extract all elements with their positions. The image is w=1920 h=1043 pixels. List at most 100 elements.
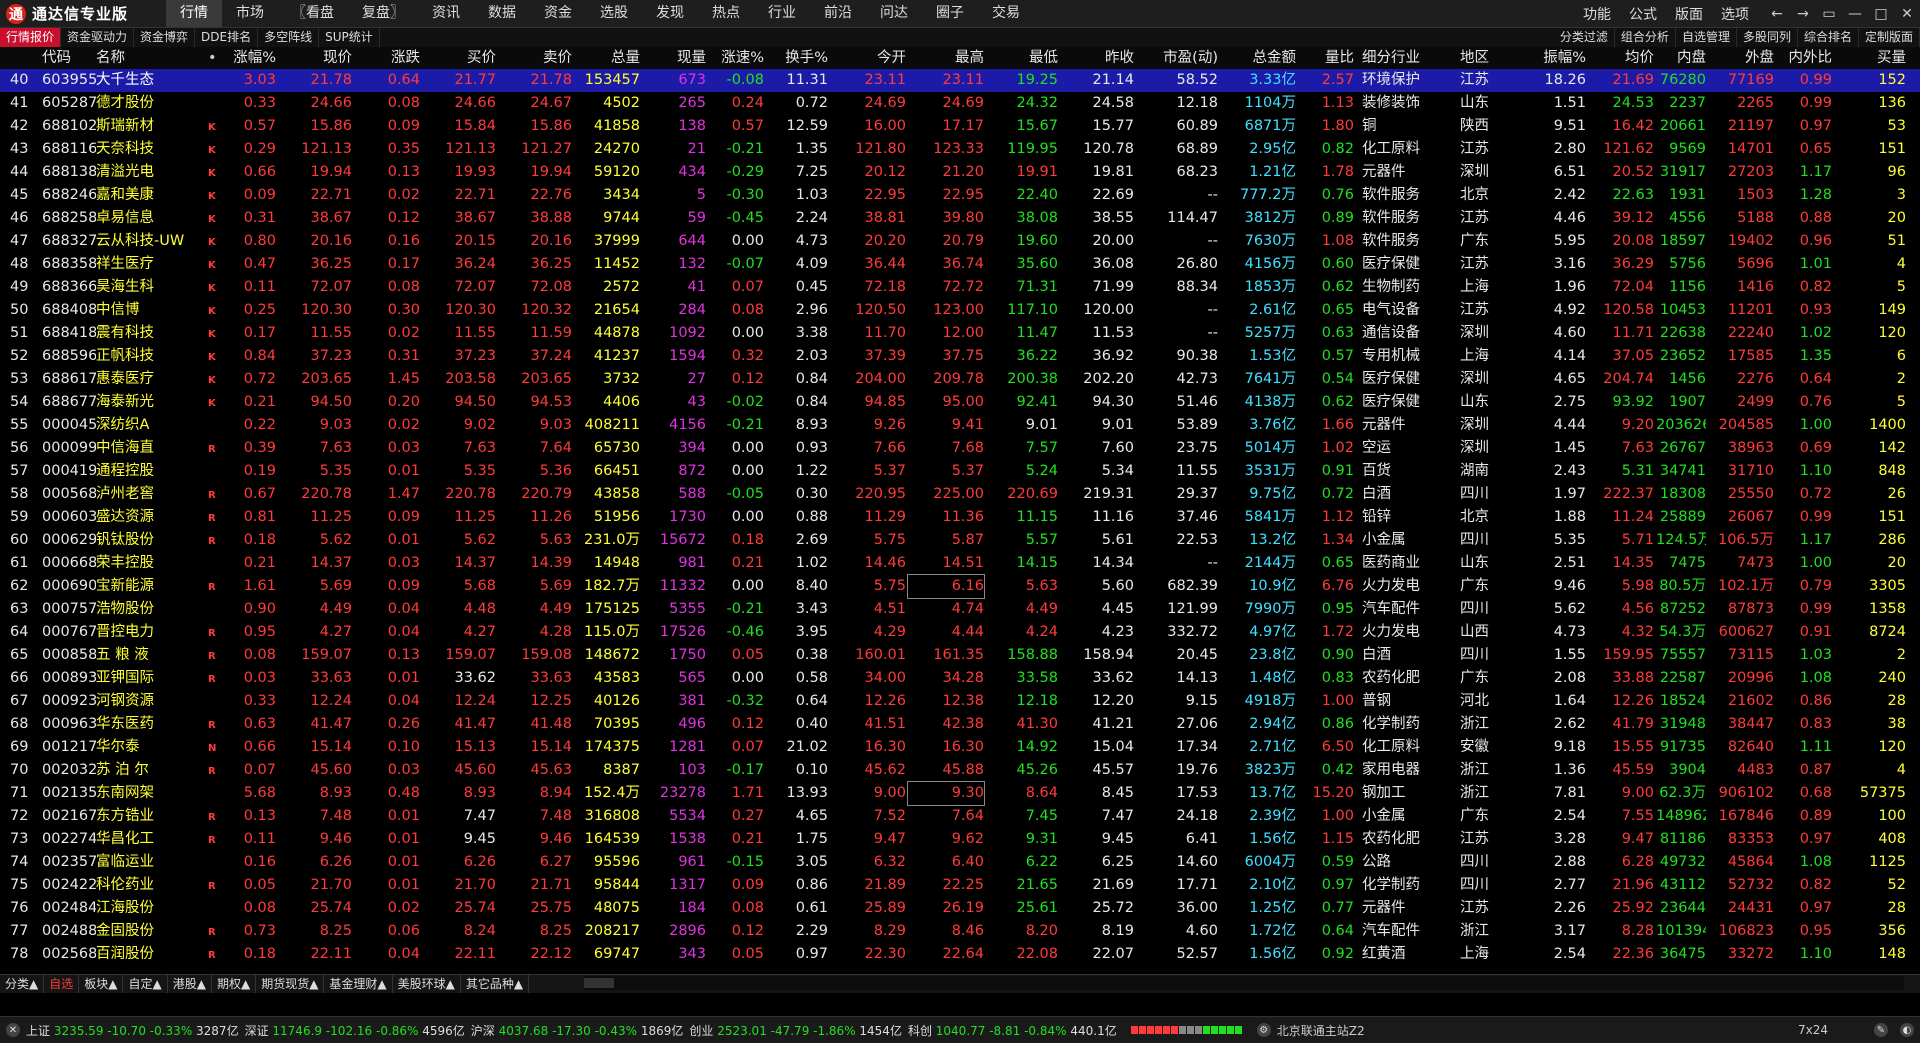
bell-icon[interactable]: ◐ <box>1900 1023 1914 1037</box>
column-header[interactable]: • <box>208 47 218 69</box>
table-row[interactable]: 63 000757 浩物股份 0.90 4.49 0.04 4.48 4.49 175125 53… <box>0 598 1920 621</box>
toolbar-button[interactable]: 自选管理 <box>1676 28 1737 47</box>
column-header[interactable]: 总量 <box>574 47 640 69</box>
table-row[interactable]: 44 688138 清溢光电 K 0.66 19.94 0.13 19.93 19.94 5912… <box>0 161 1920 184</box>
table-row[interactable]: 57 000419 通程控股 0.19 5.35 0.01 5.35 5.36 66451 872… <box>0 460 1920 483</box>
index-sh[interactable]: 上证 3235.59 -10.70 -0.33% 3287亿 <box>26 1022 239 1039</box>
table-row[interactable]: 73 002274 华昌化工 R 0.11 9.46 0.01 9.45 9.46 164539 1… <box>0 828 1920 851</box>
column-header[interactable]: 内外比 <box>1776 47 1833 69</box>
menu-item[interactable]: 数据 <box>474 0 530 27</box>
column-header[interactable]: 涨幅% <box>222 47 276 69</box>
column-header[interactable]: 买价 <box>422 47 496 69</box>
toolbar-button[interactable]: 分类过滤 <box>1554 28 1615 47</box>
table-row[interactable]: 47 688327 云从科技-UW K 0.80 20.16 0.16 20.15 20.16 3… <box>0 230 1920 253</box>
right-menu-item[interactable]: 公式 <box>1620 4 1666 24</box>
close-icon[interactable]: ✕ <box>1894 6 1920 22</box>
bottom-tab[interactable]: 港股▲ <box>168 975 212 993</box>
menu-item[interactable]: 发现 <box>642 0 698 27</box>
table-row[interactable]: 52 688596 正帆科技 K 0.84 37.23 0.31 37.23 37.24 4123… <box>0 345 1920 368</box>
table-row[interactable]: 43 688116 天奈科技 K 0.29 121.13 0.35 121.13 121.27 2… <box>0 138 1920 161</box>
menu-item[interactable]: 前沿 <box>810 0 866 27</box>
table-row[interactable]: 41 605287 德才股份 0.33 24.66 0.08 24.66 24.67 4502 2… <box>0 92 1920 115</box>
toolbar-button[interactable]: 综合排名 <box>1798 28 1859 47</box>
menu-item[interactable]: 选股 <box>586 0 642 27</box>
bottom-tab[interactable]: 基金理财▲ <box>324 975 393 993</box>
index-cy[interactable]: 创业 2523.01 -47.79 -1.86% 1454亿 <box>689 1022 902 1039</box>
table-row[interactable]: 60 000629 钒钛股份 R 0.18 5.62 0.01 5.62 5.63 231.0万 1… <box>0 529 1920 552</box>
column-header[interactable]: 卖价 <box>498 47 572 69</box>
table-row[interactable]: 42 688102 斯瑞新材 K 0.57 15.86 0.09 15.84 15.86 4185… <box>0 115 1920 138</box>
menu-item[interactable]: 市场 <box>222 0 278 27</box>
table-row[interactable]: 65 000858 五 粮 液 R 0.08 159.07 0.13 159.07 159.08… <box>0 644 1920 667</box>
menu-item[interactable]: 问达 <box>866 0 922 27</box>
column-header[interactable]: 市盈(动) <box>1136 47 1218 69</box>
table-row[interactable]: 61 000668 荣丰控股 0.21 14.37 0.03 14.37 14.39 14948… <box>0 552 1920 575</box>
table-row[interactable]: 48 688358 祥生医疗 K 0.47 36.25 0.17 36.24 36.25 1145… <box>0 253 1920 276</box>
column-header[interactable]: 代码 <box>42 47 96 69</box>
restore-icon[interactable]: ▭ <box>1816 6 1842 22</box>
toolbar-button[interactable]: 组合分析 <box>1615 28 1676 47</box>
minimize-icon[interactable]: — <box>1842 6 1868 22</box>
table-row[interactable]: 78 002568 百润股份 R 0.18 22.11 0.04 22.11 22.12 6974… <box>0 943 1920 966</box>
column-header[interactable]: 涨跌 <box>354 47 420 69</box>
table-row[interactable]: 67 000923 河钢资源 0.33 12.24 0.04 12.24 12.25 40126… <box>0 690 1920 713</box>
column-header[interactable]: 现价 <box>278 47 352 69</box>
column-header[interactable]: 现量 <box>642 47 706 69</box>
table-row[interactable]: 71 002135 东南网架 5.68 8.93 0.48 8.93 8.94 152.4万 23… <box>0 781 1920 806</box>
column-header[interactable]: 昨收 <box>1060 47 1134 69</box>
right-menu-item[interactable]: 功能 <box>1574 4 1620 24</box>
bottom-tab[interactable]: 自定▲ <box>123 975 168 993</box>
column-header[interactable]: 外盘 <box>1708 47 1774 69</box>
maximize-icon[interactable]: □ <box>1868 6 1894 22</box>
table-row[interactable]: 68 000963 华东医药 R 0.63 41.47 0.26 41.47 41.48 7039… <box>0 713 1920 736</box>
index-sz[interactable]: 深证 11746.9 -102.16 -0.86% 4596亿 <box>245 1022 465 1039</box>
column-header[interactable]: 地区 <box>1460 47 1520 69</box>
table-row[interactable]: 46 688258 卓易信息 K 0.31 38.67 0.12 38.67 38.88 9744… <box>0 207 1920 230</box>
toolbar-tab[interactable]: 资金博弈 <box>134 28 196 47</box>
table-row[interactable]: 56 000099 中信海直 R 0.39 7.63 0.03 7.63 7.64 65730 39… <box>0 437 1920 460</box>
toolbar-tab[interactable]: 资金驱动力 <box>61 28 135 47</box>
table-row[interactable]: 64 000767 晋控电力 R 0.95 4.27 0.04 4.27 4.28 115.0万 1… <box>0 621 1920 644</box>
forward-icon[interactable]: → <box>1790 6 1816 22</box>
column-header[interactable]: 涨速% <box>708 47 764 69</box>
menu-item[interactable]: 〖看盘 <box>278 0 348 27</box>
index-hs[interactable]: 沪深 4037.68 -17.30 -0.43% 1869亿 <box>471 1022 684 1039</box>
column-header[interactable]: 细分行业 <box>1362 47 1448 69</box>
server-name[interactable]: 北京联通主站Z2 <box>1277 1022 1365 1039</box>
toolbar-tab[interactable]: SUP统计 <box>319 28 380 47</box>
table-row[interactable]: 76 002484 江海股份 0.08 25.74 0.02 25.74 25.75 48075… <box>0 897 1920 920</box>
menu-item[interactable]: 资金 <box>530 0 586 27</box>
mode-label[interactable]: 7x24 <box>1798 1023 1828 1037</box>
table-row[interactable]: 55 000045 深纺织A 0.22 9.03 0.02 9.02 9.03 408211 41… <box>0 414 1920 437</box>
menu-item[interactable]: 行业 <box>754 0 810 27</box>
column-header[interactable]: 总金额 <box>1220 47 1297 69</box>
bottom-tab[interactable]: 其它品种▲ <box>461 975 530 993</box>
toolbar-button[interactable]: 定制版面 <box>1859 28 1920 47</box>
table-row[interactable]: 45 688246 嘉和美康 K 0.09 22.71 0.02 22.71 22.76 3434… <box>0 184 1920 207</box>
table-row[interactable]: 62 000690 宝新能源 R 1.61 5.69 0.09 5.68 5.69 182.7万 1… <box>0 574 1920 599</box>
right-menu-item[interactable]: 选项 <box>1712 4 1758 24</box>
table-row[interactable]: 58 000568 泸州老窖 R 0.67 220.78 1.47 220.78 220.79 4… <box>0 483 1920 506</box>
table-row[interactable]: 59 000603 盛达资源 R 0.81 11.25 0.09 11.25 11.26 5195… <box>0 506 1920 529</box>
menu-item[interactable]: 行情 <box>166 0 222 27</box>
table-row[interactable]: 75 002422 科伦药业 R 0.05 21.70 0.01 21.70 21.71 9584… <box>0 874 1920 897</box>
bottom-tab[interactable]: 期货现货▲ <box>256 975 325 993</box>
menu-item[interactable]: 交易 <box>978 0 1034 27</box>
column-header[interactable]: 最低 <box>986 47 1058 69</box>
column-header[interactable]: 均价 <box>1588 47 1654 69</box>
toolbar-button[interactable]: 多股同列 <box>1737 28 1798 47</box>
bottom-tab[interactable]: 自选 <box>44 975 80 993</box>
table-row[interactable]: 53 688617 惠泰医疗 K 0.72 203.65 1.45 203.58 203.65 3… <box>0 368 1920 391</box>
table-row[interactable]: 70 002032 苏 泊 尔 R 0.07 45.60 0.03 45.60 45.63 838… <box>0 759 1920 782</box>
table-row[interactable]: 74 002357 富临运业 0.16 6.26 0.01 6.26 6.27 95596 961… <box>0 851 1920 874</box>
column-header[interactable]: 振幅% <box>1524 47 1586 69</box>
close-icon[interactable]: ✕ <box>6 1023 20 1037</box>
scroll-thumb[interactable] <box>584 978 614 988</box>
column-header[interactable]: 换手% <box>766 47 828 69</box>
toolbar-tab[interactable]: DDE排名 <box>195 28 259 47</box>
toolbar-tab[interactable]: 多空阵线 <box>258 28 320 47</box>
toolbar-tab[interactable]: 行情报价 <box>0 28 62 47</box>
index-kc[interactable]: 科创 1040.77 -8.81 -0.84% 440.1亿 <box>908 1022 1117 1039</box>
pin-icon[interactable]: ✎ <box>1874 1023 1888 1037</box>
menu-item[interactable]: 资讯 <box>418 0 474 27</box>
